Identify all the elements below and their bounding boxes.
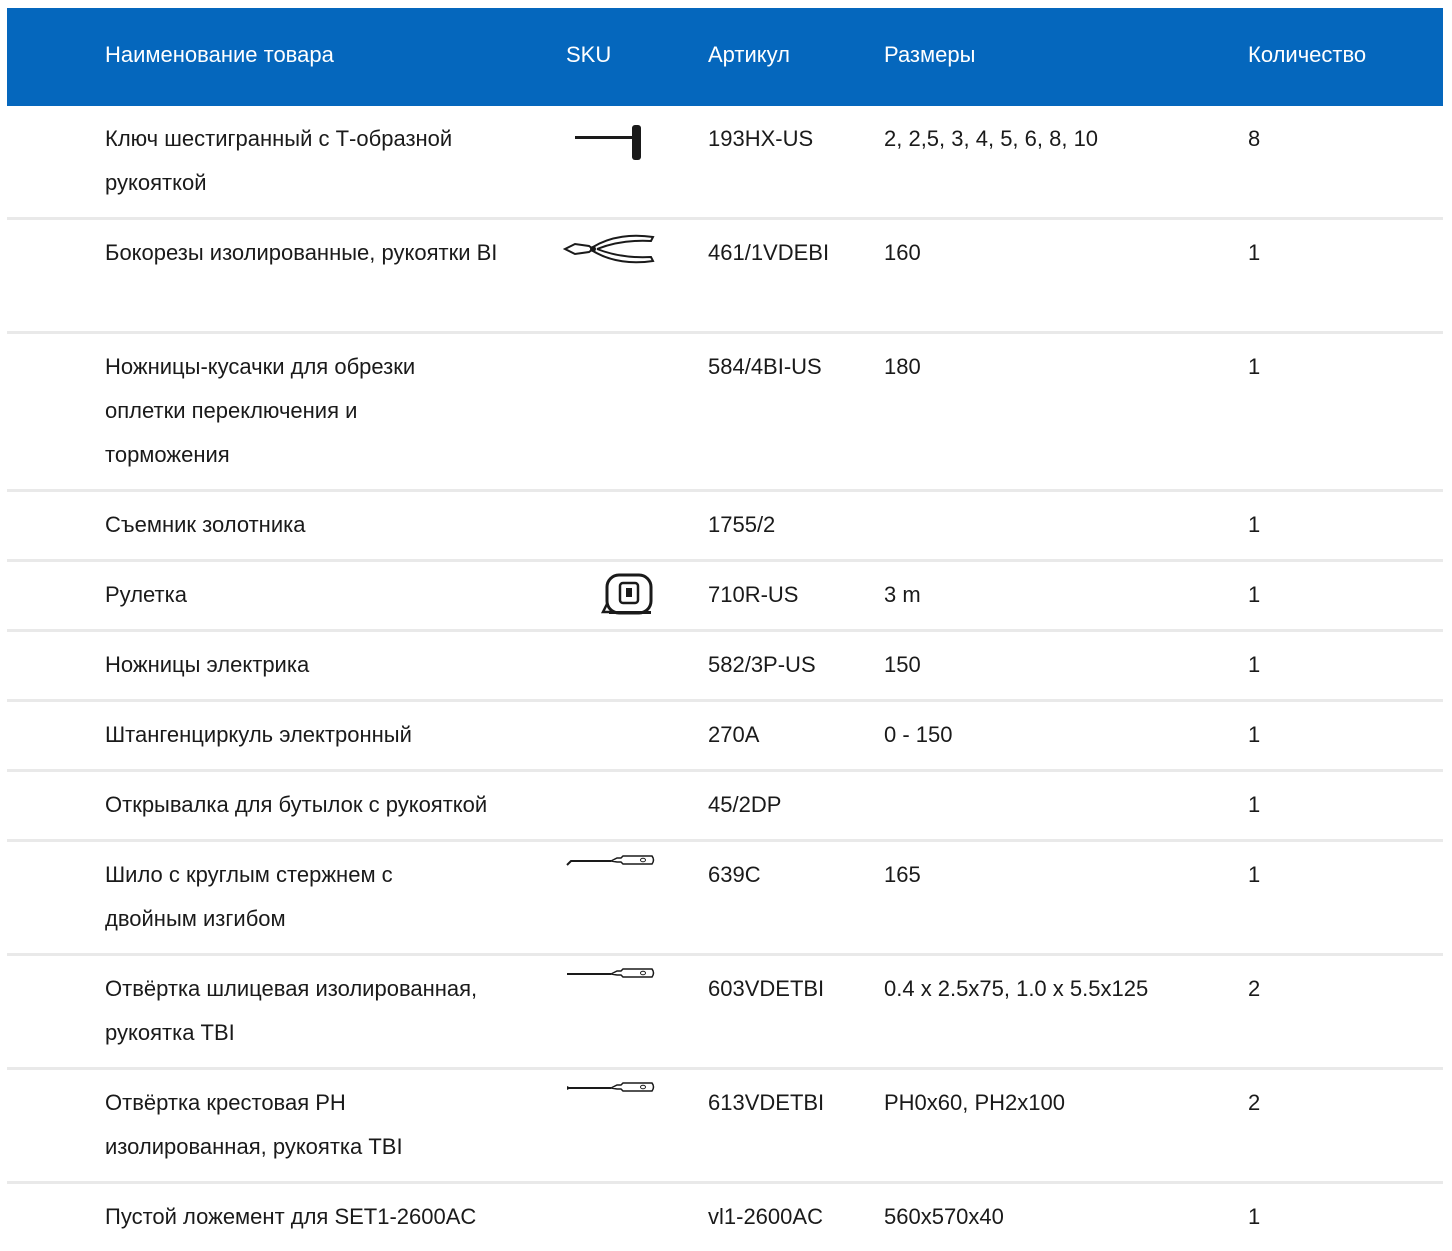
table-row: Отвёртка крестовая PH изолированная, рук… — [7, 1070, 1443, 1184]
sizes: 2, 2,5, 3, 4, 5, 6, 8, 10 — [884, 126, 1099, 151]
product-name: Отвёртка крестовая PH изолированная, рук… — [105, 1090, 403, 1159]
table-row: Рулетка 710R-US 3 m 1 — [7, 562, 1443, 632]
article-code: 270A — [708, 722, 760, 747]
header-sku: SKU — [566, 42, 612, 67]
sizes: 150 — [884, 652, 921, 677]
article-code: 603VDETBI — [708, 976, 825, 1001]
quantity: 1 — [1248, 512, 1261, 537]
tools-table: Наименование товара SKU Артикул Размеры … — [7, 8, 1443, 1244]
product-name: Шило с круглым стержнем с двойным изгибо… — [105, 862, 393, 931]
product-name: Открывалка для бутылок с рукояткой — [105, 792, 488, 817]
header-name: Наименование товара — [105, 42, 334, 67]
table-row: Отвёртка шлицевая изолированная, рукоятк… — [7, 956, 1443, 1070]
table-row: Шило с круглым стержнем с двойным изгибо… — [7, 842, 1443, 956]
awl-icon — [563, 850, 655, 870]
product-name: Отвёртка шлицевая изолированная, рукоятк… — [105, 976, 478, 1045]
product-name: Ножницы электрика — [105, 652, 310, 677]
article-code: 582/3P-US — [708, 652, 816, 677]
quantity: 1 — [1248, 1204, 1261, 1229]
t-handle-hex-key-icon — [563, 122, 655, 162]
article-code: 461/1VDEBI — [708, 240, 830, 265]
table-row: Штангенциркуль электронный 270A 0 - 150 … — [7, 702, 1443, 772]
product-name: Бокорезы изолированные, рукоятки BI — [105, 240, 498, 265]
quantity: 1 — [1248, 240, 1261, 265]
header-sizes: Размеры — [884, 42, 976, 67]
product-name: Ключ шестигранный с Т-образной рукояткой — [105, 126, 453, 195]
header-article: Артикул — [708, 42, 791, 67]
quantity: 1 — [1248, 722, 1261, 747]
product-name: Съемник золотника — [105, 512, 306, 537]
header-quantity: Количество — [1248, 42, 1367, 67]
article-code: 1755/2 — [708, 512, 776, 537]
side-cutters-icon — [563, 232, 655, 266]
sizes: 560x570x40 — [884, 1204, 1004, 1229]
table-row: Ключ шестигранный с Т-образной рукояткой… — [7, 106, 1443, 220]
quantity: 1 — [1248, 792, 1261, 817]
table-row: Пустой ложемент для SET1-2600AC vl1-2600… — [7, 1184, 1443, 1244]
product-name: Пустой ложемент для SET1-2600AC — [105, 1204, 477, 1229]
quantity: 1 — [1248, 354, 1261, 379]
quantity: 2 — [1248, 976, 1261, 1001]
table-header: Наименование товара SKU Артикул Размеры … — [7, 8, 1443, 106]
article-code: 613VDETBI — [708, 1090, 825, 1115]
table-row: Бокорезы изолированные, рукоятки BI 461/… — [7, 220, 1443, 334]
table-row: Ножницы-кусачки для обрезки оплетки пере… — [7, 334, 1443, 492]
article-code: vl1-2600AC — [708, 1204, 823, 1229]
flat-screwdriver-icon — [563, 964, 655, 984]
product-name: Штангенциркуль электронный — [105, 722, 412, 747]
sizes: 165 — [884, 862, 921, 887]
tape-measure-icon — [563, 572, 655, 616]
phillips-screwdriver-icon — [563, 1078, 655, 1098]
article-code: 584/4BI-US — [708, 354, 822, 379]
product-name: Ножницы-кусачки для обрезки оплетки пере… — [105, 354, 416, 467]
quantity: 1 — [1248, 582, 1261, 607]
quantity: 2 — [1248, 1090, 1261, 1115]
quantity: 1 — [1248, 862, 1261, 887]
sizes: 0 - 150 — [884, 722, 953, 747]
article-code: 639C — [708, 862, 761, 887]
table-row: Съемник золотника 1755/2 1 — [7, 492, 1443, 562]
product-name: Рулетка — [105, 582, 187, 607]
article-code: 45/2DP — [708, 792, 782, 817]
sizes: 3 m — [884, 582, 921, 607]
article-code: 710R-US — [708, 582, 799, 607]
table-row: Открывалка для бутылок с рукояткой 45/2D… — [7, 772, 1443, 842]
quantity: 8 — [1248, 126, 1261, 151]
quantity: 1 — [1248, 652, 1261, 677]
sizes: PH0x60, PH2x100 — [884, 1090, 1065, 1115]
article-code: 193HX-US — [708, 126, 814, 151]
sizes: 0.4 x 2.5x75, 1.0 x 5.5x125 — [884, 976, 1149, 1001]
sizes: 160 — [884, 240, 921, 265]
table-row: Ножницы электрика 582/3P-US 150 1 — [7, 632, 1443, 702]
sizes: 180 — [884, 354, 921, 379]
